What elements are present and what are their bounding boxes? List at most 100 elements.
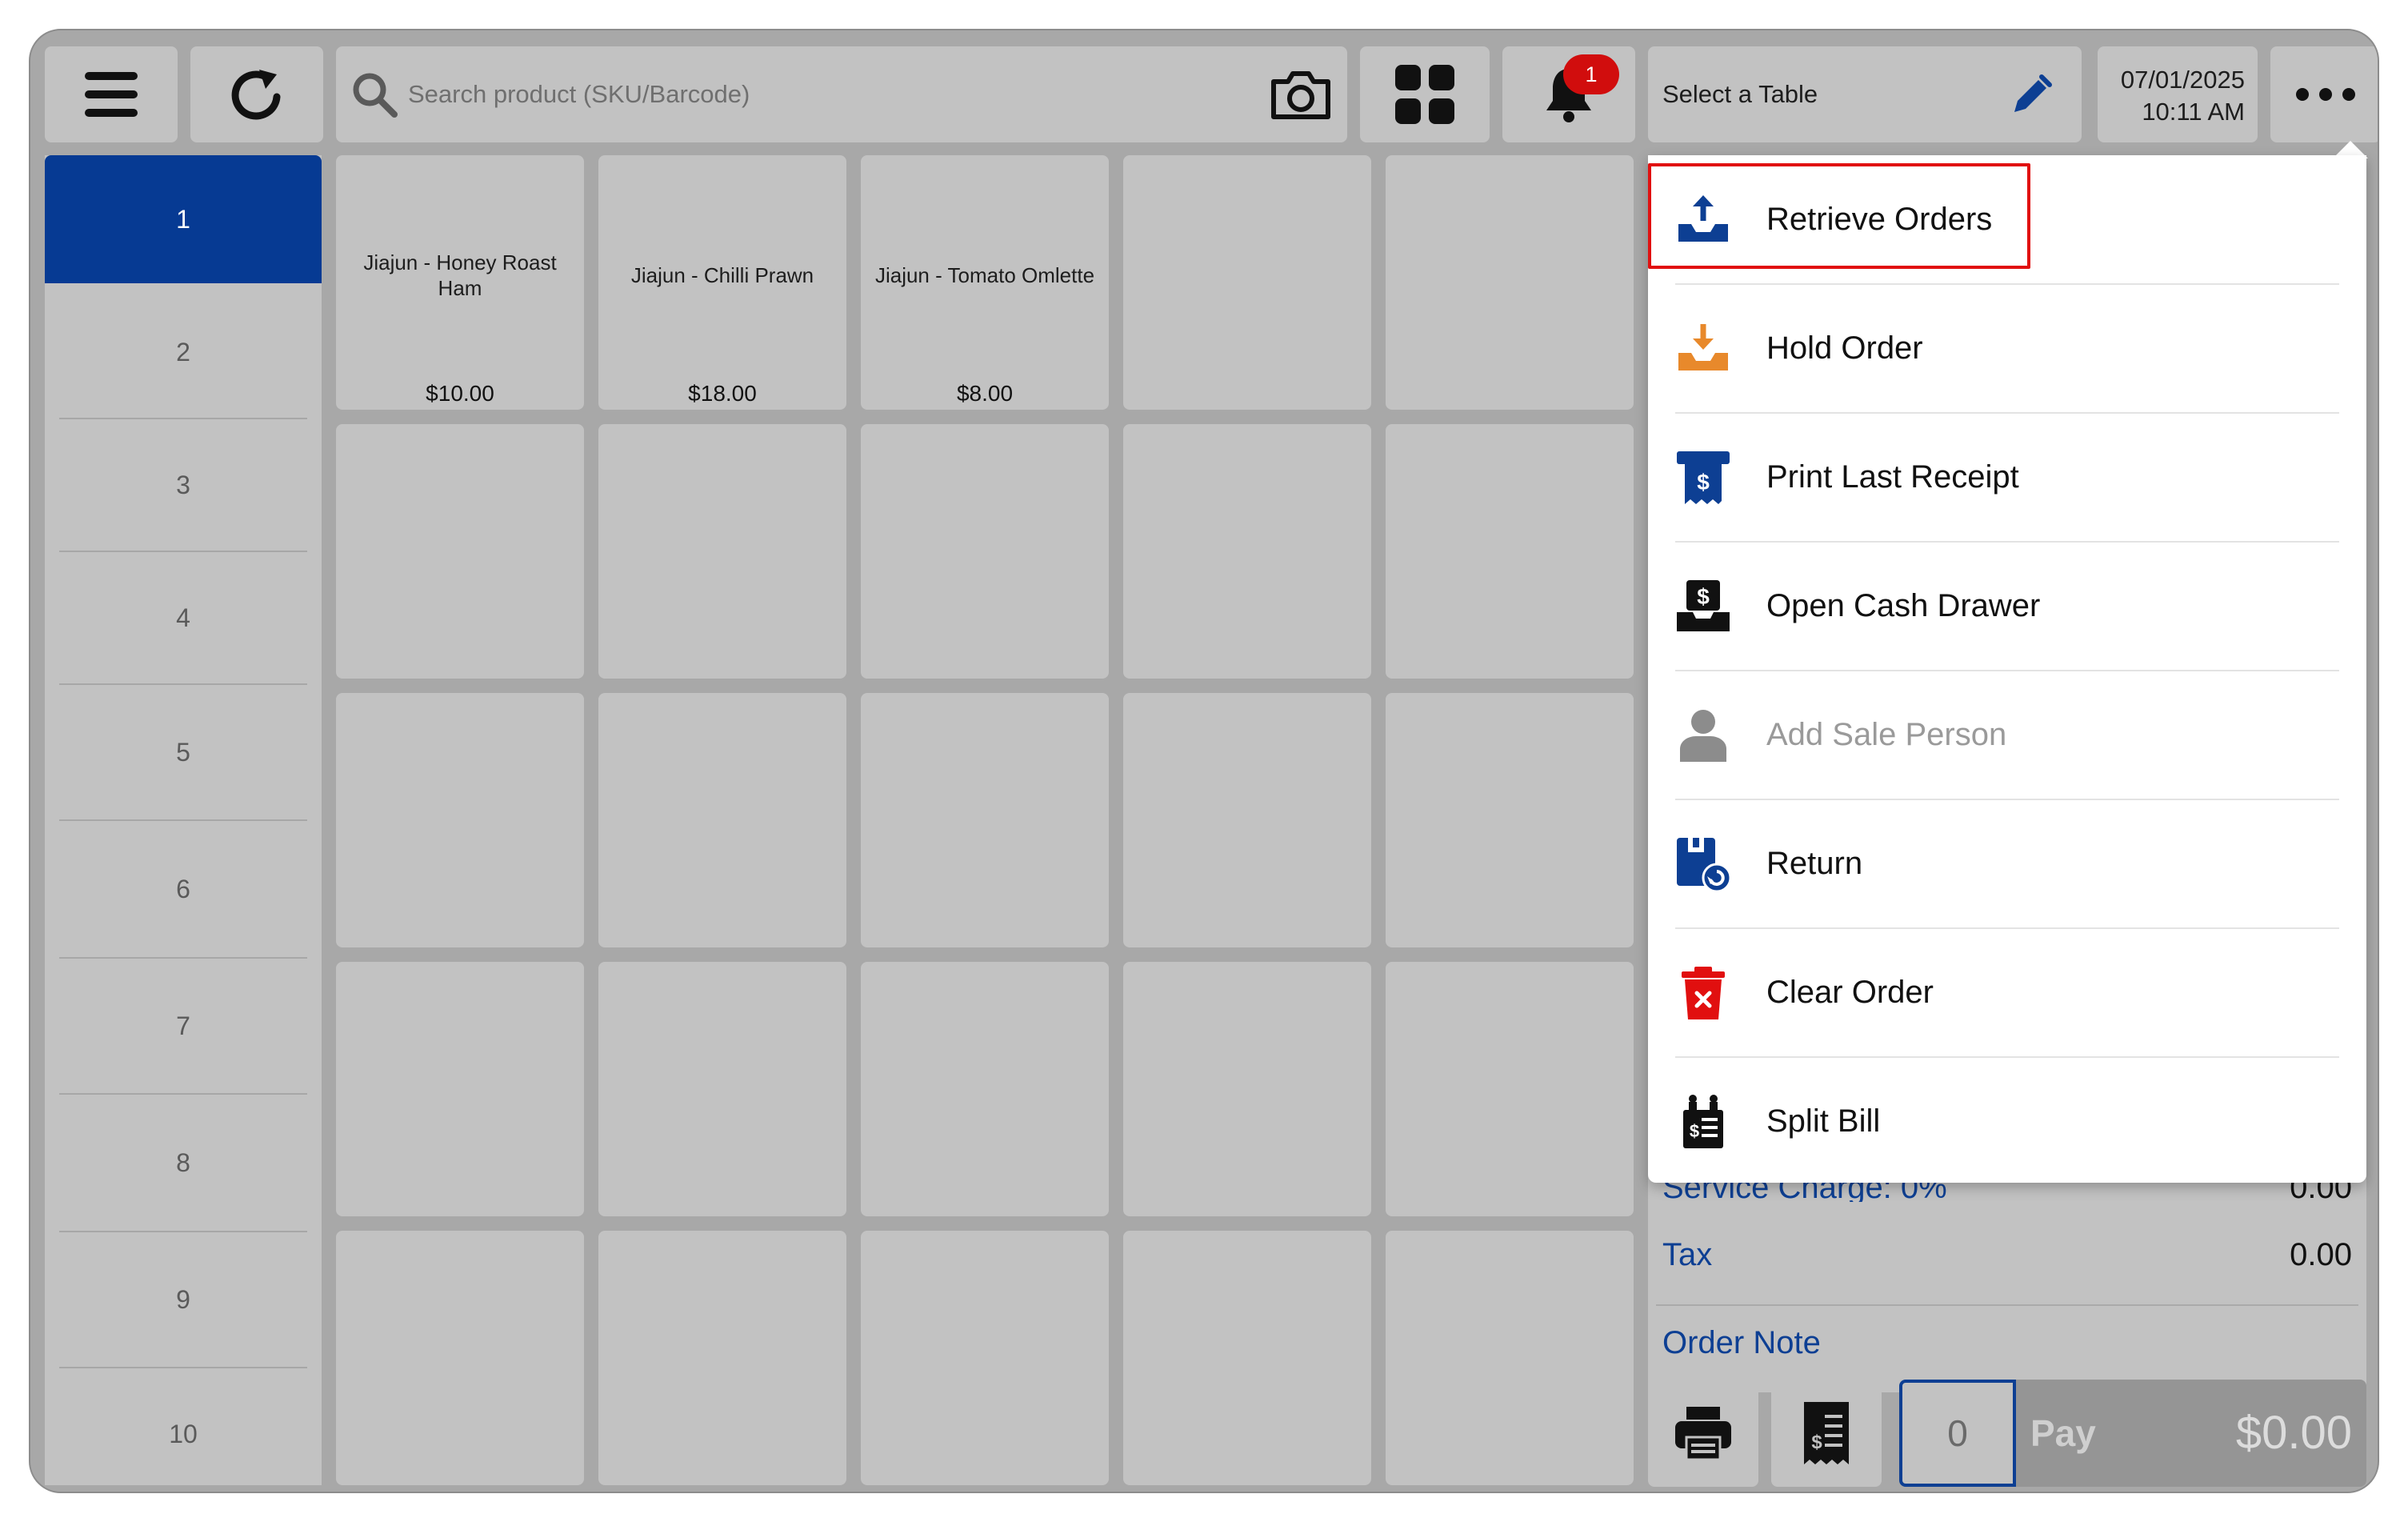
more-options-button[interactable] [2270, 46, 2378, 142]
empty-product-tile[interactable] [1123, 1231, 1371, 1485]
empty-product-tile[interactable] [1386, 155, 1634, 410]
category-item[interactable]: 4 [45, 554, 322, 682]
svg-text:$: $ [1697, 470, 1710, 495]
camera-icon[interactable] [1269, 69, 1333, 122]
product-tile[interactable]: Jiajun - Chilli Prawn $18.00 [598, 155, 846, 410]
highlight-box [1648, 163, 2030, 269]
pencil-icon[interactable] [2010, 74, 2053, 117]
empty-product-tile[interactable] [1386, 962, 1634, 1216]
empty-product-tile[interactable] [598, 693, 846, 947]
empty-product-tile[interactable] [598, 424, 846, 679]
product-name: Jiajun - Chilli Prawn [630, 263, 814, 287]
category-item[interactable]: 3 [45, 421, 322, 549]
divider [1656, 1304, 2358, 1306]
product-price: $8.00 [956, 381, 1014, 406]
tax-label: Tax [1662, 1237, 1713, 1272]
notification-badge: 1 [1563, 54, 1619, 94]
product-price: $18.00 [688, 381, 757, 406]
pay-label: Pay [2030, 1412, 2096, 1454]
product-name: Jiajun - Tomato Omlette [874, 263, 1095, 287]
more-dots-icon [2296, 88, 2355, 101]
empty-product-tile[interactable] [1386, 424, 1634, 679]
menu-item-clear-order[interactable]: Clear Order [1648, 928, 2366, 1056]
empty-product-tile[interactable] [336, 693, 584, 947]
order-note-label: Order Note [1662, 1325, 1821, 1360]
empty-product-tile[interactable] [1123, 962, 1371, 1216]
empty-product-tile[interactable] [861, 1231, 1109, 1485]
split-bill-icon: $ [1683, 1095, 1723, 1148]
menu-item-retrieve-orders[interactable]: Retrieve Orders [1648, 155, 2366, 283]
search-input[interactable]: Search product (SKU/Barcode) [408, 46, 750, 142]
product-tile[interactable]: Jiajun - Honey Roast Ham $10.00 [336, 155, 584, 410]
cash-drawer-icon: $ [1677, 580, 1730, 631]
empty-product-tile[interactable] [1386, 1231, 1634, 1485]
return-box-icon [1677, 838, 1731, 892]
svg-text:$: $ [1697, 584, 1710, 609]
divider [59, 551, 307, 552]
empty-product-tile[interactable] [1123, 693, 1371, 947]
menu-item-print-last-receipt[interactable]: $ Print Last Receipt [1648, 413, 2366, 541]
menu-item-label: Hold Order [1766, 330, 1923, 366]
empty-product-tile[interactable] [1123, 155, 1371, 410]
category-item[interactable]: 7 [45, 960, 322, 1091]
category-item[interactable]: 1 [45, 155, 322, 283]
divider [59, 1367, 307, 1368]
date-text: 07/01/2025 [2120, 66, 2245, 94]
pay-button[interactable]: Pay $0.00 [2016, 1380, 2366, 1487]
category-item[interactable]: 10 [45, 1370, 322, 1492]
category-item[interactable]: 6 [45, 823, 322, 955]
empty-product-tile[interactable] [336, 424, 584, 679]
hamburger-icon [85, 72, 138, 117]
divider [59, 819, 307, 821]
menu-item-open-cash-drawer[interactable]: $ Open Cash Drawer [1648, 542, 2366, 670]
empty-product-tile[interactable] [861, 962, 1109, 1216]
empty-product-tile[interactable] [336, 962, 584, 1216]
empty-product-tile[interactable] [336, 1231, 584, 1485]
search-bar[interactable]: Search product (SKU/Barcode) [336, 46, 1347, 142]
tax-value: 0.00 [2290, 1237, 2352, 1272]
menu-button[interactable] [45, 46, 178, 142]
print-button[interactable] [1648, 1380, 1758, 1487]
empty-product-tile[interactable] [1123, 424, 1371, 679]
pos-app-window: Search product (SKU/Barcode) 1 Select a … [29, 29, 2379, 1493]
quantity-field[interactable]: 0 [1899, 1380, 2016, 1487]
menu-item-hold-order[interactable]: Hold Order [1648, 284, 2366, 412]
product-tile[interactable]: Jiajun - Tomato Omlette $8.00 [861, 155, 1109, 410]
menu-item-label: Open Cash Drawer [1766, 588, 2041, 623]
product-name: Jiajun - Honey Roast Ham [363, 250, 557, 300]
order-note-link[interactable]: Order Note [1662, 1325, 2352, 1365]
more-options-menu: Retrieve Orders Hold Order $ Print Last … [1648, 155, 2366, 1183]
trash-icon [1682, 967, 1725, 1019]
printer-icon [1675, 1407, 1731, 1461]
empty-product-tile[interactable] [861, 424, 1109, 679]
empty-product-tile[interactable] [1386, 693, 1634, 947]
category-item[interactable]: 2 [45, 288, 322, 416]
menu-item-split-bill[interactable]: $ Split Bill [1648, 1057, 2366, 1185]
menu-item-return[interactable]: Return [1648, 799, 2366, 927]
tax-row: Tax 0.00 [1662, 1237, 2352, 1277]
inbox-download-icon [1678, 324, 1728, 370]
category-item[interactable]: 9 [45, 1234, 322, 1365]
time-text: 10:11 AM [2142, 98, 2245, 126]
grid-icon [1395, 65, 1454, 124]
category-sidebar: 1 2 3 4 5 6 7 8 9 10 [45, 155, 322, 1485]
refresh-button[interactable] [190, 46, 323, 142]
receipt-button[interactable]: $ [1771, 1380, 1882, 1487]
total-amount: $0.00 [2235, 1407, 2352, 1459]
divider [59, 1093, 307, 1095]
menu-item-add-sale-person[interactable]: Add Sale Person [1648, 671, 2366, 799]
category-item[interactable]: 8 [45, 1096, 322, 1229]
product-price: $10.00 [426, 381, 494, 406]
svg-text:$: $ [1811, 1432, 1822, 1453]
empty-product-tile[interactable] [598, 1231, 846, 1485]
empty-product-tile[interactable] [861, 693, 1109, 947]
divider [59, 957, 307, 959]
empty-product-tile[interactable] [598, 962, 846, 1216]
category-item[interactable]: 5 [45, 687, 322, 818]
menu-item-label: Return [1766, 846, 1863, 881]
grid-view-button[interactable] [1360, 46, 1490, 142]
table-selector[interactable]: Select a Table [1648, 46, 2082, 142]
search-icon [353, 73, 398, 118]
menu-item-label: Add Sale Person [1766, 717, 2007, 752]
table-selector-label: Select a Table [1662, 80, 1818, 108]
